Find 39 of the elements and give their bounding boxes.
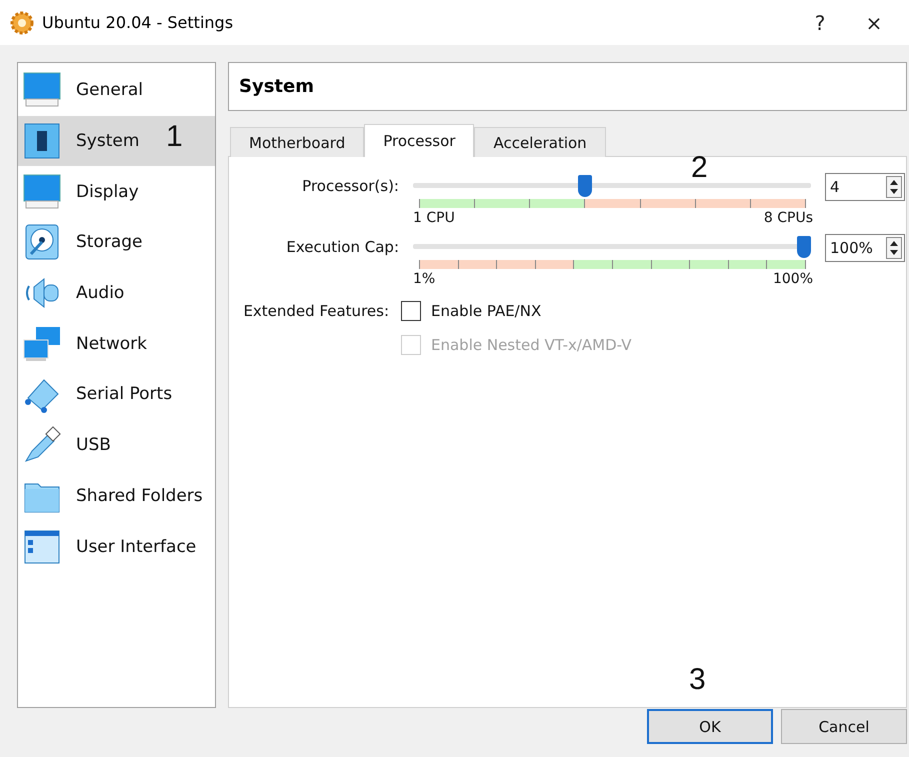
close-button[interactable]: ×	[851, 2, 897, 42]
annotation-number: 1	[166, 120, 183, 154]
annotation-number: 2	[691, 151, 708, 185]
tab[interactable]: Acceleration	[474, 127, 606, 157]
sidebar-item[interactable]: General	[18, 65, 215, 116]
sidebar-item[interactable]: Audio	[18, 268, 215, 318]
page-title: System	[228, 62, 907, 111]
sidebar-item[interactable]: User Interface	[18, 521, 215, 572]
features-label: Extended Features:	[242, 302, 389, 320]
checkbox-box[interactable]	[401, 301, 421, 321]
max-label: 8 CPUs	[764, 210, 813, 226]
chip-icon	[22, 121, 62, 162]
slider-label: Execution Cap:	[285, 237, 399, 258]
slider-thumb[interactable]	[578, 175, 592, 197]
spin-arrows-icon	[886, 237, 902, 259]
sidebar-item[interactable]: Serial Ports	[18, 369, 215, 420]
dialog-button[interactable]: Cancel	[781, 709, 907, 744]
annotation-number: 3	[689, 663, 706, 697]
help-button[interactable]: ?	[797, 2, 843, 42]
sidebar-item[interactable]: Network	[18, 318, 215, 370]
min-label: 1 CPU	[413, 210, 455, 226]
sidebar-item[interactable]: USB	[18, 420, 215, 470]
slider-thumb[interactable]	[797, 236, 811, 258]
sidebar-item[interactable]: Storage	[18, 217, 215, 268]
sidebar-item[interactable]: Display	[18, 166, 215, 218]
spin-box[interactable]: 100%	[825, 234, 905, 262]
sidebar-item[interactable]: System 1	[18, 116, 215, 166]
spin-box[interactable]: 4	[825, 173, 905, 201]
sidebar-item[interactable]: Shared Folders	[18, 470, 215, 522]
slider-label: Processor(s):	[301, 176, 399, 197]
window-title: Ubuntu 20.04 - Settings	[42, 13, 234, 32]
min-label: 1%	[413, 271, 436, 287]
tab[interactable]: Motherboard	[230, 127, 364, 157]
checkbox[interactable]: Enable PAE/NX	[401, 301, 906, 321]
tab[interactable]: Processor	[364, 124, 474, 157]
slider[interactable]	[413, 234, 811, 260]
max-label: 100%	[772, 271, 813, 287]
gear-icon	[10, 10, 34, 34]
spin-arrows-icon	[886, 176, 902, 198]
